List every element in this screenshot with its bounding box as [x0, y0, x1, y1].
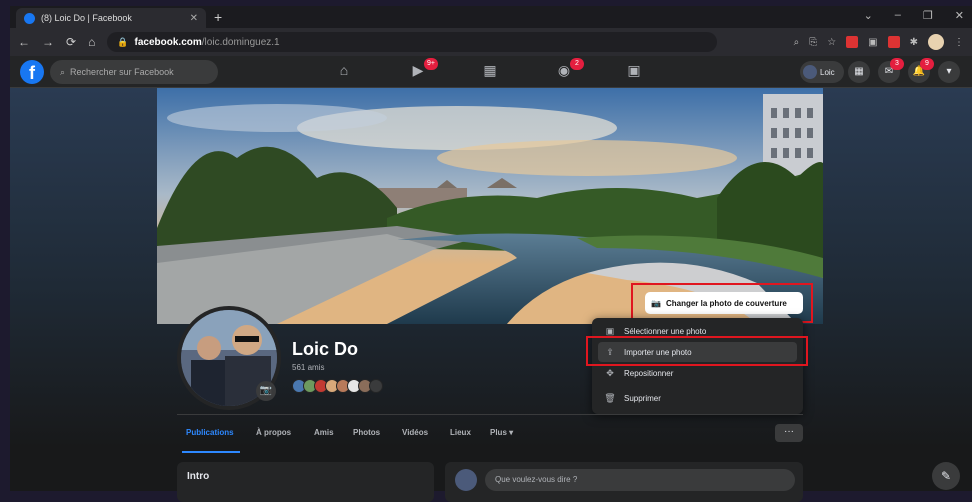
search-placeholder: Rechercher sur Facebook: [70, 67, 174, 77]
composer-avatar[interactable]: [455, 469, 477, 491]
account-chevron-down-icon[interactable]: ▾: [938, 61, 960, 83]
facebook-favicon-icon: [24, 12, 35, 24]
user-chip-name: Loic: [820, 67, 835, 77]
url-domain: facebook.com: [134, 36, 202, 48]
lock-icon: 🔒: [117, 36, 129, 47]
search-input[interactable]: ⌕ Rechercher sur Facebook: [50, 60, 218, 84]
tab-search-icon[interactable]: ⌄: [864, 9, 873, 22]
puzzle-icon[interactable]: ✱: [910, 37, 918, 48]
forward-icon[interactable]: →: [42, 35, 54, 49]
url-path: /loic.dominguez.1: [201, 36, 280, 48]
menu-item-label: Repositionner: [624, 368, 674, 378]
highlight-upload-item: [586, 336, 808, 366]
screen: (8) Loic Do | Facebook ✕ + ⌄ – ❐ ✕ ← → ⟳…: [0, 0, 972, 502]
notifications-bell-icon[interactable]: 🔔 9: [908, 58, 934, 83]
bookmark-star-icon[interactable]: ☆: [827, 37, 836, 48]
watch-badge: 9+: [424, 58, 438, 70]
minimize-icon[interactable]: –: [895, 9, 901, 22]
tab-photos[interactable]: Photos: [353, 428, 380, 437]
gaming-nav-icon[interactable]: ◉ 2: [554, 58, 584, 82]
browser-menu-icon[interactable]: ⋮: [954, 37, 964, 48]
user-avatar: [803, 65, 817, 79]
url-field[interactable]: 🔒 facebook.com /loic.dominguez.1: [107, 32, 718, 52]
share-icon[interactable]: ⎘: [809, 37, 817, 48]
extension-red-icon[interactable]: [846, 36, 859, 48]
marketplace-nav-icon[interactable]: ▦: [480, 62, 500, 82]
search-icon: ⌕: [60, 66, 66, 77]
address-bar: ← → ⟳ ⌂ 🔒 facebook.com /loic.dominguez.1…: [10, 28, 972, 56]
messenger-badge: 3: [890, 58, 904, 70]
friend-avatars: [292, 379, 383, 393]
home-nav-icon[interactable]: ⌂: [334, 62, 354, 82]
browser-profile-avatar[interactable]: [928, 34, 944, 50]
tab-publications[interactable]: Publications: [186, 428, 234, 437]
maximize-icon[interactable]: ❐: [923, 9, 933, 22]
gaming-badge: 2: [570, 58, 584, 70]
avatar-camera-icon[interactable]: 📷: [256, 381, 276, 401]
composer-input[interactable]: Que voulez-vous dire ?: [485, 469, 795, 491]
intro-card: Intro: [177, 462, 434, 502]
move-icon: ✥: [606, 367, 614, 378]
home-icon[interactable]: ⌂: [88, 35, 95, 49]
tabs-divider: [177, 414, 803, 415]
window-controls: ⌄ – ❐ ✕: [864, 9, 964, 22]
post-composer: Que voulez-vous dire ?: [445, 462, 803, 502]
tab-places[interactable]: Lieux: [450, 428, 471, 437]
more-options-button[interactable]: ···: [775, 424, 803, 442]
friends-count[interactable]: 561 amis: [292, 363, 324, 372]
browser-tab-strip: (8) Loic Do | Facebook ✕ + ⌄ – ❐ ✕: [10, 6, 972, 28]
groups-nav-icon[interactable]: ▣: [624, 62, 644, 82]
tab-friends[interactable]: Amis: [314, 428, 334, 437]
facebook-top-bar: f ⌕ Rechercher sur Facebook ⌂ ▶ 9+ ▦ ◉ 2…: [10, 56, 972, 88]
highlight-cover-button: [631, 283, 813, 323]
close-window-icon[interactable]: ✕: [955, 9, 964, 22]
reload-icon[interactable]: ⟳: [66, 35, 76, 49]
profile-name: Loic Do: [292, 339, 358, 359]
friend-avatar[interactable]: [369, 379, 383, 393]
cover-options-menu: ▣ Sélectionner une photo ⇪ Importer une …: [592, 318, 803, 414]
zoom-icon[interactable]: ⌕: [794, 37, 800, 48]
tab-title: (8) Loic Do | Facebook: [41, 13, 132, 23]
back-icon[interactable]: ←: [18, 35, 30, 49]
browser-tab[interactable]: (8) Loic Do | Facebook ✕: [16, 8, 206, 28]
notifications-badge: 9: [920, 58, 934, 70]
active-tab-indicator: [182, 451, 240, 453]
extension-red-badge-icon[interactable]: [887, 36, 900, 48]
intro-title: Intro: [187, 471, 210, 482]
tab-about[interactable]: À propos: [256, 428, 291, 437]
extension-icon[interactable]: ▣: [868, 37, 877, 48]
tab-more[interactable]: Plus ▾: [490, 428, 513, 437]
close-tab-icon[interactable]: ✕: [190, 13, 198, 24]
nav-buttons: ← → ⟳ ⌂: [18, 35, 95, 49]
menu-item-label: Supprimer: [624, 393, 661, 403]
new-message-icon[interactable]: ✎: [932, 462, 960, 490]
menu-item-reposition[interactable]: ✥ Repositionner: [598, 363, 797, 383]
tab-videos[interactable]: Vidéos: [402, 428, 428, 437]
facebook-logo-icon[interactable]: f: [20, 60, 44, 84]
extension-icons: ⌕ ⎘ ☆ ▣ ✱ ⋮: [794, 34, 964, 50]
trash-icon: 🗑: [604, 392, 616, 403]
user-profile-chip[interactable]: Loic: [800, 61, 844, 83]
menu-item-label: Sélectionner une photo: [624, 326, 707, 336]
watch-nav-icon[interactable]: ▶ 9+: [408, 58, 438, 82]
new-tab-button[interactable]: +: [214, 9, 222, 25]
image-icon: ▣: [605, 325, 615, 336]
menu-grid-icon[interactable]: ▦: [848, 61, 870, 83]
messenger-icon[interactable]: ✉ 3: [878, 58, 904, 83]
menu-item-delete[interactable]: 🗑 Supprimer: [598, 388, 797, 408]
